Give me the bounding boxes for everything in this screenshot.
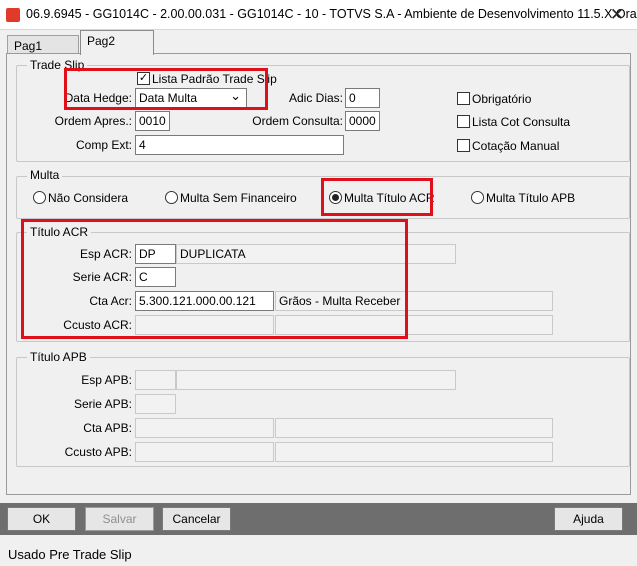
title-bar: 06.9.6945 - GG1014C - 2.00.00.031 - GG10… — [0, 0, 637, 30]
ccusto-apb-description — [275, 442, 553, 462]
cotacao-manual-checkbox[interactable] — [457, 139, 470, 152]
radio-multa-sem-financeiro-label: Multa Sem Financeiro — [180, 191, 297, 205]
multa-title: Multa — [27, 169, 63, 182]
adic-dias-label: Adic Dias: — [288, 91, 343, 105]
ccusto-apb-input[interactable] — [135, 442, 274, 462]
serie-apb-input[interactable] — [135, 394, 176, 414]
salvar-button[interactable]: Salvar — [85, 507, 154, 531]
ajuda-button[interactable]: Ajuda — [554, 507, 623, 531]
ordem-consulta-label: Ordem Consulta: — [252, 114, 343, 128]
app-icon — [6, 8, 20, 22]
serie-apb-label: Serie APB: — [73, 397, 132, 411]
tab-pag2[interactable]: Pag2 — [80, 30, 154, 55]
lista-cot-label: Lista Cot Consulta — [472, 115, 571, 129]
radio-multa-titulo-apb-label: Multa Título APB — [486, 191, 576, 205]
highlight-box-titulo-acr — [21, 219, 408, 339]
close-icon[interactable]: ✕ — [600, 3, 634, 27]
comp-ext-label: Comp Ext: — [75, 138, 132, 152]
adic-dias-input[interactable]: 0 — [345, 88, 380, 108]
highlight-box-data-hedge — [64, 68, 268, 110]
ordem-consulta-input[interactable]: 0000 — [345, 111, 380, 131]
esp-apb-input[interactable] — [135, 370, 176, 390]
esp-apb-label: Esp APB: — [81, 373, 132, 387]
status-text: Usado Pre Trade Slip — [8, 547, 132, 562]
cancelar-button[interactable]: Cancelar — [162, 507, 231, 531]
highlight-box-multa-acr — [321, 178, 433, 216]
cta-apb-label: Cta APB: — [83, 421, 132, 435]
radio-multa-sem-financeiro[interactable] — [165, 191, 178, 204]
ordem-apres-input[interactable]: 0010 — [135, 111, 170, 131]
cta-apb-input[interactable] — [135, 418, 274, 438]
cotacao-manual-label: Cotação Manual — [472, 139, 560, 153]
comp-ext-input[interactable]: 4 — [135, 135, 344, 155]
obrigatorio-label: Obrigatório — [472, 92, 532, 106]
radio-nao-considera-label: Não Considera — [48, 191, 129, 205]
radio-multa-titulo-apb[interactable] — [471, 191, 484, 204]
ccusto-apb-label: Ccusto APB: — [64, 445, 132, 459]
radio-nao-considera[interactable] — [33, 191, 46, 204]
titulo-apb-title: Título APB — [27, 351, 90, 364]
lista-cot-checkbox[interactable] — [457, 115, 470, 128]
cta-apb-description — [275, 418, 553, 438]
esp-apb-description — [176, 370, 456, 390]
ok-button[interactable]: OK — [7, 507, 76, 531]
window-title: 06.9.6945 - GG1014C - 2.00.00.031 - GG10… — [26, 7, 637, 21]
ordem-apres-label: Ordem Apres.: — [54, 114, 132, 128]
obrigatorio-checkbox[interactable] — [457, 92, 470, 105]
